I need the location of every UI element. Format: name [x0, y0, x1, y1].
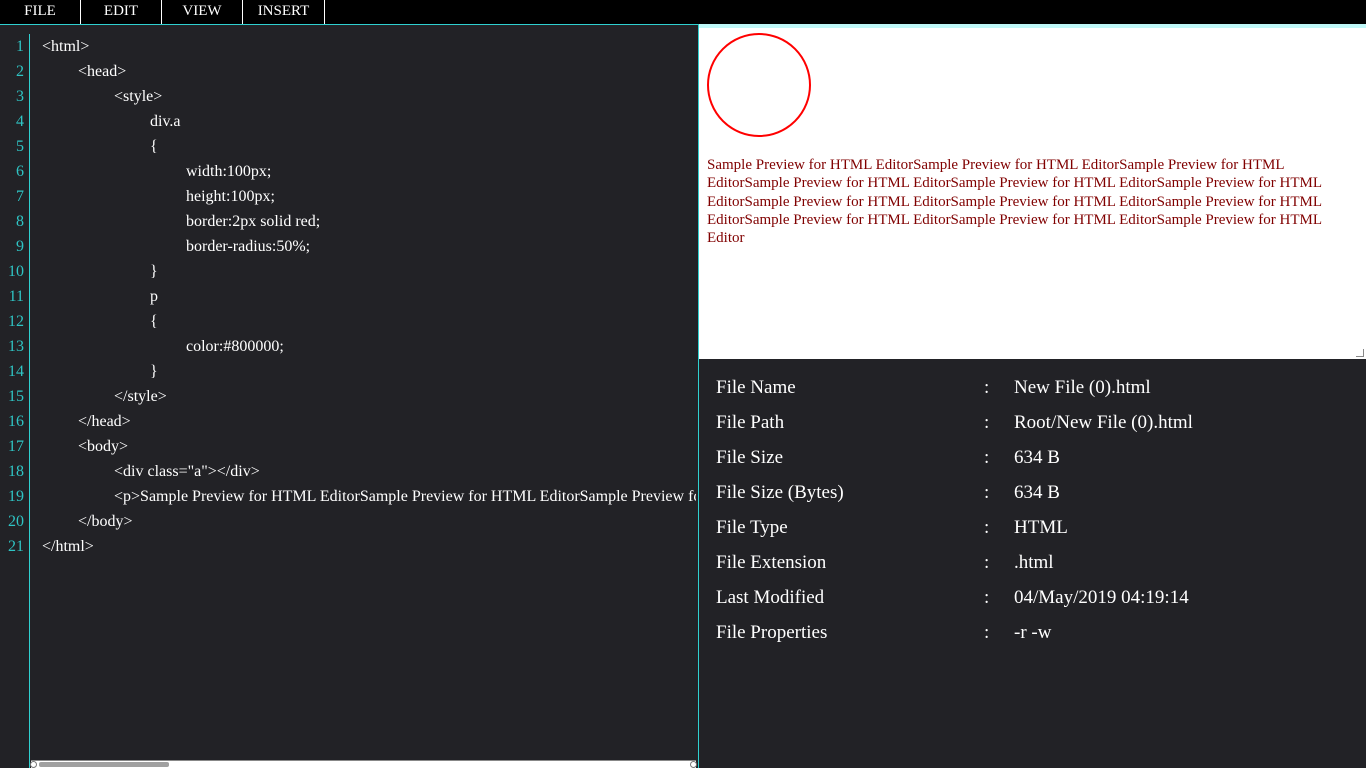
file-info-label: File Size — [716, 447, 784, 468]
file-info-separator: : — [984, 552, 990, 573]
file-info-separator: : — [984, 587, 990, 608]
line-number: 12 — [8, 313, 24, 330]
code-line[interactable]: } — [42, 259, 158, 284]
file-info-row: File Properties: -r -w — [716, 615, 1356, 650]
code-line[interactable]: { — [42, 134, 158, 159]
code-line[interactable]: border-radius:50%; — [42, 234, 310, 259]
code-line[interactable]: color:#800000; — [42, 334, 284, 359]
code-line[interactable]: <html> — [42, 34, 89, 59]
code-line[interactable]: </head> — [42, 409, 131, 434]
file-info-value: Root/New File (0).html — [1014, 412, 1193, 433]
line-number: 2 — [16, 63, 24, 80]
line-number-gutter: 1 2 3 4 5 6 7 8 9 10 11 12 13 14 15 16 17 18 19 20 21 — [0, 34, 30, 768]
line-number: 20 — [8, 513, 24, 530]
file-info-row: File Size: 634 B — [716, 440, 1356, 475]
code-line[interactable]: height:100px; — [42, 184, 275, 209]
code-line[interactable]: <div class="a"></div> — [42, 459, 260, 484]
menu-bar: FILE EDIT VIEW INSERT — [0, 0, 1366, 24]
menu-view[interactable]: VIEW — [162, 0, 243, 24]
line-number: 14 — [8, 363, 24, 380]
file-info-value: New File (0).html — [1014, 377, 1151, 398]
line-number: 1 — [16, 38, 24, 55]
file-info-value: HTML — [1014, 517, 1068, 538]
preview-paragraph: Sample Preview for HTML EditorSample Pre… — [707, 157, 1322, 247]
code-line[interactable]: </html> — [42, 534, 94, 559]
scroll-right-arrow-icon[interactable] — [690, 761, 697, 768]
code-line[interactable]: width:100px; — [42, 159, 271, 184]
code-area[interactable]: <html> <head> <style> div.a { width:100p… — [42, 34, 696, 758]
file-info-row: Last Modified: 04/May/2019 04:19:14 — [716, 580, 1356, 615]
file-info-separator: : — [984, 377, 990, 398]
line-number: 11 — [8, 288, 24, 305]
file-info-row: File Size (Bytes): 634 B — [716, 475, 1356, 510]
line-number: 8 — [16, 213, 24, 230]
line-number: 13 — [8, 338, 24, 355]
file-info-label: File Type — [716, 517, 788, 538]
menu-file[interactable]: FILE — [0, 0, 81, 24]
code-line[interactable]: div.a — [42, 109, 181, 134]
line-number: 9 — [16, 238, 24, 255]
line-number: 4 — [16, 113, 24, 130]
menu-edit[interactable]: EDIT — [81, 0, 162, 24]
file-info-label: File Properties — [716, 622, 828, 643]
preview-pane: Sample Preview for HTML EditorSample Pre… — [699, 24, 1366, 359]
code-line[interactable]: </body> — [42, 509, 133, 534]
file-info-separator: : — [984, 412, 990, 433]
code-line[interactable]: border:2px solid red; — [42, 209, 320, 234]
code-line[interactable]: <body> — [42, 434, 128, 459]
scroll-left-arrow-icon[interactable] — [30, 761, 37, 768]
file-info-value: 634 B — [1014, 482, 1060, 503]
file-info-label: File Name — [716, 377, 796, 398]
line-number: 17 — [8, 438, 24, 455]
code-line[interactable]: <p>Sample Preview for HTML EditorSample … — [42, 484, 696, 509]
file-info-separator: : — [984, 447, 990, 468]
line-number: 7 — [16, 188, 24, 205]
file-info-value: .html — [1014, 552, 1054, 573]
file-info-label: File Extension — [716, 552, 827, 573]
line-number: 19 — [8, 488, 24, 505]
code-line[interactable]: <style> — [42, 84, 162, 109]
line-number: 16 — [8, 413, 24, 430]
line-number: 6 — [16, 163, 24, 180]
file-info-row: File Type: HTML — [716, 510, 1356, 545]
file-info-row: File Path: Root/New File (0).html — [716, 405, 1356, 440]
line-number: 18 — [8, 463, 24, 480]
scrollbar-thumb[interactable] — [39, 762, 169, 767]
file-info-value: 04/May/2019 04:19:14 — [1014, 587, 1189, 608]
file-info-separator: : — [984, 482, 990, 503]
file-info-value: -r -w — [1014, 622, 1052, 643]
code-line[interactable]: </style> — [42, 384, 167, 409]
file-info-panel: File Name: New File (0).html File Path: Roo… — [699, 359, 1366, 768]
file-info-row: File Extension: .html — [716, 545, 1356, 580]
file-info-separator: : — [984, 622, 990, 643]
file-info-separator: : — [984, 517, 990, 538]
horizontal-scrollbar[interactable] — [30, 760, 697, 768]
code-line[interactable]: p — [42, 284, 158, 309]
line-number: 21 — [8, 538, 24, 555]
line-number: 5 — [16, 138, 24, 155]
line-number: 15 — [8, 388, 24, 405]
menu-insert[interactable]: INSERT — [243, 0, 325, 24]
preview-circle — [707, 33, 811, 137]
code-line[interactable]: { — [42, 309, 158, 334]
line-number: 3 — [16, 88, 24, 105]
resize-grip-icon[interactable] — [1356, 349, 1364, 357]
code-editor[interactable]: 1 2 3 4 5 6 7 8 9 10 11 12 13 14 15 16 17 18 19 20 21 <html>… — [0, 24, 699, 768]
code-line[interactable]: } — [42, 359, 158, 384]
file-info-label: File Path — [716, 412, 785, 433]
file-info-row: File Name: New File (0).html — [716, 370, 1356, 405]
file-info-label: File Size (Bytes) — [716, 482, 844, 503]
file-info-value: 634 B — [1014, 447, 1060, 468]
line-number: 10 — [8, 263, 24, 280]
code-line[interactable]: <head> — [42, 59, 126, 84]
file-info-label: Last Modified — [716, 587, 825, 608]
